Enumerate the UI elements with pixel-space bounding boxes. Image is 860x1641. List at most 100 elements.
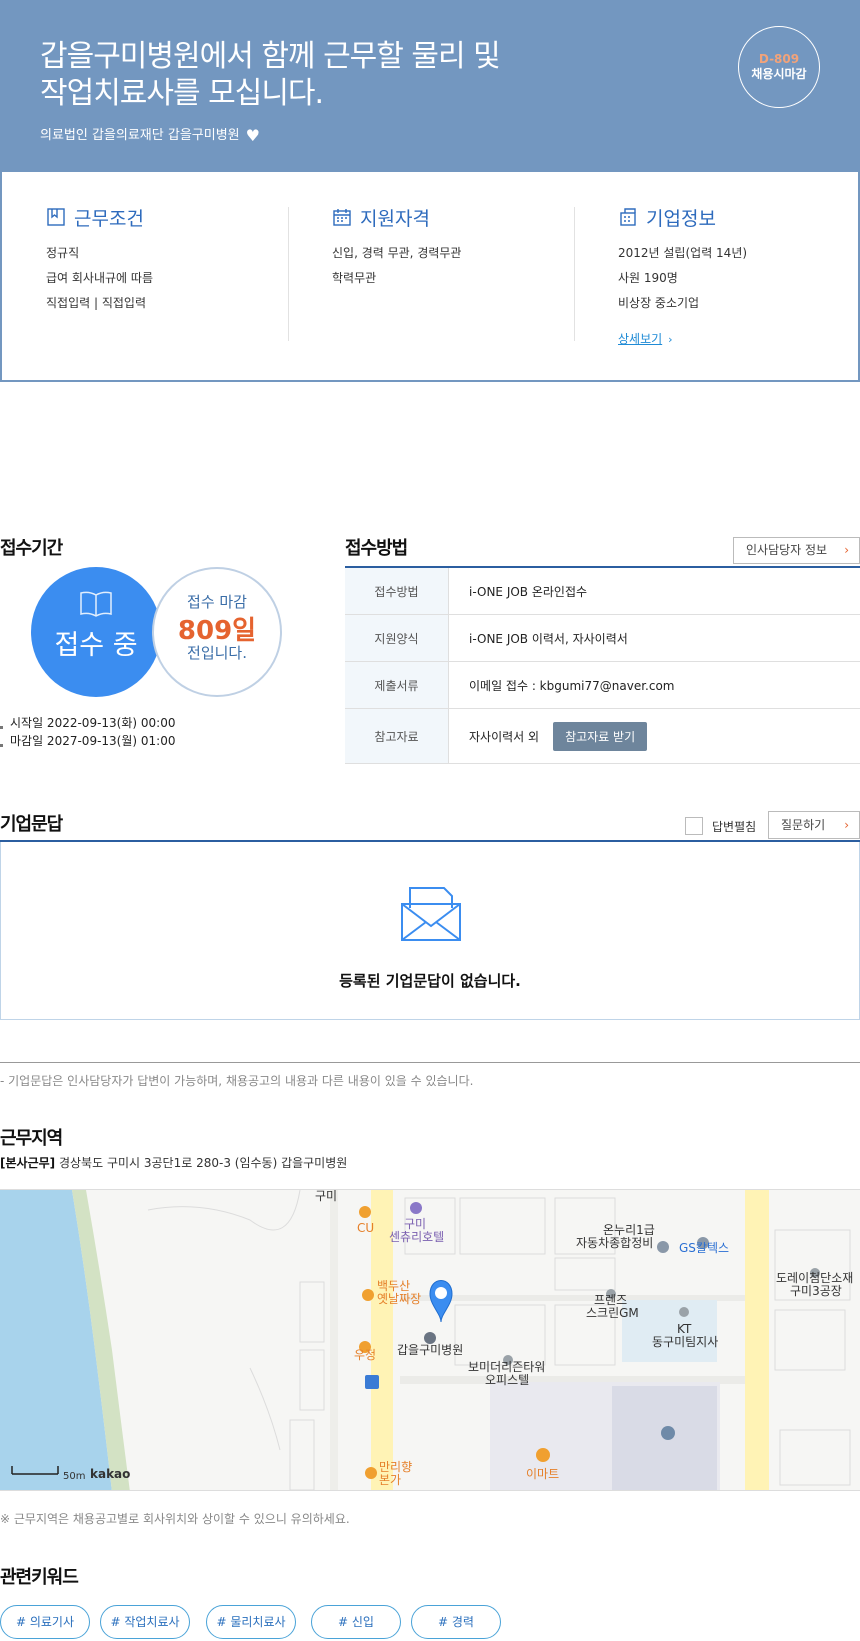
- reference-text: 자사이력서 외: [469, 729, 540, 744]
- summary-panel: 근무조건 정규직 급여 회사내규에 따름 직접입력 | 직접입력 지원자격 신입…: [0, 172, 860, 382]
- keyword-tag[interactable]: # 경력: [411, 1605, 501, 1639]
- deadline-circle: 접수 마감 809일 전입니다.: [152, 567, 282, 697]
- dday-badge: D-809 채용시마감: [738, 26, 820, 108]
- table-row: 참고자료 자사이력서 외 참고자료 받기: [345, 709, 860, 764]
- map-label: 스크린GM: [586, 1306, 639, 1320]
- chevron-right-icon: ›: [668, 333, 673, 346]
- period-title: 접수기간: [0, 538, 63, 559]
- job-title-line2: 작업치료사를 모십니다.: [40, 76, 324, 111]
- divider: [574, 207, 575, 341]
- ask-question-button[interactable]: 질문하기 ›: [768, 811, 860, 839]
- qa-note: - 기업문답은 인사담당자가 답변이 가능하며, 채용공고의 내용과 다른 내용…: [0, 1074, 474, 1088]
- job-posting-page: 갑을구미병원에서 함께 근무할 물리 및 작업치료사를 모십니다. 의료법인 갑…: [0, 0, 860, 1641]
- divider: [0, 1062, 860, 1063]
- company-detail-link[interactable]: 상세보기: [618, 332, 662, 346]
- work-conditions: 근무조건 정규직 급여 회사내규에 따름 직접입력 | 직접입력: [46, 204, 153, 311]
- status-circle: 접수 중: [31, 567, 161, 697]
- qa-title: 기업문답: [0, 814, 63, 835]
- table-row: 지원양식 i-ONE JOB 이력서, 자사이력서: [345, 615, 860, 662]
- map-label: 동구미팀지사: [652, 1335, 719, 1349]
- map-label: 갑을구미병원: [397, 1343, 464, 1357]
- bookmark-icon: [46, 207, 66, 227]
- company-info-title: 기업정보: [646, 207, 716, 230]
- qualifications-title: 지원자격: [360, 207, 430, 230]
- work-conditions-title: 근무조건: [74, 207, 144, 230]
- row-value: 자사이력서 외 참고자료 받기: [469, 709, 648, 763]
- qual-item-education: 학력무관: [332, 271, 377, 285]
- location-title: 근무지역: [0, 1128, 63, 1149]
- work-item-place: 직접입력 | 직접입력: [46, 296, 146, 310]
- location-note: ※ 근무지역은 채용공고별로 회사위치와 상이할 수 있으니 유의하세요.: [0, 1512, 350, 1526]
- end-date: 마감일 2027-09-13(월) 01:00: [0, 732, 175, 750]
- keyword-tag[interactable]: # 물리치료사: [206, 1605, 296, 1639]
- map-label: 구미: [315, 1189, 338, 1203]
- row-value: 이메일 접수 : kbgumi77@naver.com: [469, 678, 675, 693]
- map-scale: 50m: [63, 1471, 86, 1482]
- book-icon: [80, 591, 112, 617]
- building-icon: [618, 207, 638, 227]
- job-title-line1: 갑을구미병원에서 함께 근무할 물리 및: [40, 39, 501, 74]
- company-name: 의료법인 갑을의료재단 갑을구미병원: [40, 128, 240, 143]
- chevron-right-icon: ›: [844, 543, 849, 557]
- qa-empty-box: 등록된 기업문답이 없습니다.: [0, 842, 860, 1020]
- keyword-tag[interactable]: # 신입: [311, 1605, 401, 1639]
- row-value: i-ONE JOB 온라인접수: [469, 584, 588, 599]
- dday-text: 채용시마감: [751, 67, 807, 81]
- job-title: 갑을구미병원에서 함께 근무할 물리 및 작업치료사를 모십니다.: [40, 38, 600, 112]
- map-label: 본가: [379, 1473, 402, 1487]
- deadline-suffix: 전입니다.: [187, 644, 247, 662]
- table-row: 접수방법 i-ONE JOB 온라인접수: [345, 568, 860, 615]
- download-reference-button[interactable]: 참고자료 받기: [553, 721, 648, 751]
- period-dates: 시작일 2022-09-13(화) 00:00 마감일 2027-09-13(월…: [0, 714, 175, 750]
- ask-question-label: 질문하기: [781, 818, 826, 832]
- company-type: 비상장 중소기업: [618, 296, 700, 310]
- divider: [288, 207, 289, 341]
- heart-icon[interactable]: ♥: [246, 126, 260, 145]
- expand-answers-checkbox[interactable]: [685, 817, 703, 835]
- map-label: 옛날짜장: [377, 1292, 422, 1306]
- address-text: 경상북도 구미시 3공단1로 280-3 (임수동) 갑을구미병원: [58, 1156, 348, 1170]
- company-name-line: 의료법인 갑을의료재단 갑을구미병원 ♥: [40, 124, 260, 145]
- location-map[interactable]: 구미 CU 구미 센츄리호텔 온누리1급 자동차종합정비 GS칼텍스 도레이첨단…: [0, 1189, 860, 1491]
- map-label: 센츄리호텔: [389, 1230, 445, 1244]
- qual-item-career: 신입, 경력 무관, 경력무관: [332, 246, 462, 260]
- map-label: 이마트: [526, 1467, 560, 1481]
- work-address: [본사근무] 경상북도 구미시 3공단1로 280-3 (임수동) 갑을구미병원: [0, 1154, 347, 1171]
- status-text: 접수 중: [54, 630, 138, 661]
- start-date: 시작일 2022-09-13(화) 00:00: [0, 714, 175, 732]
- table-row: 제출서류 이메일 접수 : kbgumi77@naver.com: [345, 662, 860, 709]
- row-label: 참고자료: [345, 709, 449, 763]
- company-employees: 사원 190명: [618, 271, 678, 285]
- row-label: 제출서류: [345, 662, 449, 708]
- map-label: 우정: [354, 1348, 377, 1362]
- map-label: GS칼텍스: [679, 1241, 730, 1255]
- expand-answers-label[interactable]: 답변펼침: [712, 818, 756, 835]
- deadline-prefix: 접수 마감: [187, 593, 247, 611]
- address-tag: [본사근무]: [0, 1156, 56, 1170]
- work-item-salary: 급여 회사내규에 따름: [46, 271, 153, 285]
- qa-empty-message: 등록된 기업문답이 없습니다.: [339, 972, 521, 990]
- work-item-type: 정규직: [46, 246, 80, 260]
- chevron-right-icon: ›: [844, 818, 849, 832]
- row-label: 지원양식: [345, 615, 449, 661]
- map-label: CU: [357, 1221, 375, 1235]
- company-info: 기업정보 2012년 설립(업력 14년) 사원 190명 비상장 중소기업 상…: [618, 204, 748, 347]
- hr-info-label: 인사담당자 정보: [746, 543, 828, 557]
- map-label: 구미3공장: [790, 1284, 842, 1298]
- keywords-title: 관련키워드: [0, 1567, 79, 1588]
- envelope-icon: [401, 887, 461, 941]
- method-title: 접수방법: [345, 538, 408, 559]
- method-table: 접수방법 i-ONE JOB 온라인접수 지원양식 i-ONE JOB 이력서,…: [345, 566, 860, 764]
- company-founded: 2012년 설립(업력 14년): [618, 246, 748, 260]
- row-label: 접수방법: [345, 568, 449, 614]
- keyword-tag[interactable]: # 의료기사: [0, 1605, 90, 1639]
- map-label: 자동차종합정비: [576, 1236, 654, 1250]
- map-brand-logo: kakao: [90, 1467, 131, 1481]
- dday-code: D-809: [758, 52, 800, 66]
- hr-info-button[interactable]: 인사담당자 정보 ›: [733, 537, 860, 564]
- row-value: i-ONE JOB 이력서, 자사이력서: [469, 631, 628, 646]
- qualifications: 지원자격 신입, 경력 무관, 경력무관 학력무관: [332, 204, 462, 286]
- keyword-tag[interactable]: # 작업치료사: [100, 1605, 190, 1639]
- hero-banner: 갑을구미병원에서 함께 근무할 물리 및 작업치료사를 모십니다. 의료법인 갑…: [0, 0, 860, 172]
- calendar-icon: [332, 207, 352, 227]
